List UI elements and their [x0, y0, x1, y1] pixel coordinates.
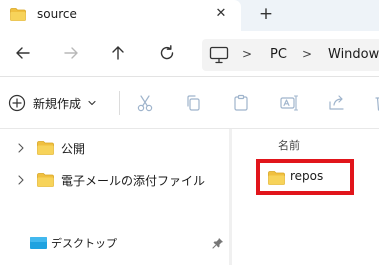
breadcrumb-separator[interactable]: >: [302, 47, 312, 61]
folder-icon: [37, 141, 54, 155]
folder-icon: [10, 8, 26, 21]
refresh-icon[interactable]: [157, 43, 177, 63]
breadcrumb-pc[interactable]: PC: [270, 47, 287, 62]
share-icon[interactable]: [327, 93, 347, 113]
tab-source[interactable]: source ✕: [0, 0, 241, 31]
chevron-right-icon[interactable]: [15, 142, 27, 154]
list-item-repos[interactable]: repos: [256, 159, 354, 195]
address-bar[interactable]: > PC > Windows: [202, 39, 379, 71]
navigation-pane: 公開 電子メールの添付ファイル デスクトップ: [0, 129, 229, 265]
sidebar-item-label: デスクトップ: [51, 237, 117, 250]
chevron-right-icon[interactable]: [15, 174, 27, 186]
monitor-icon: [209, 46, 229, 64]
sidebar-item-public[interactable]: 公開: [0, 134, 229, 162]
toolbar-separator: [119, 91, 120, 115]
arrow-right-icon[interactable]: [61, 43, 81, 63]
folder-icon: [37, 173, 54, 187]
folder-icon: [268, 171, 285, 185]
sidebar-item-desktop[interactable]: デスクトップ: [0, 229, 229, 257]
delete-icon[interactable]: [372, 93, 379, 113]
sidebar-item-label: 公開: [61, 142, 86, 156]
breadcrumb-separator[interactable]: >: [242, 47, 252, 61]
tab-bar: source ✕ +: [0, 0, 379, 31]
paste-icon[interactable]: [231, 93, 251, 113]
new-tab-button[interactable]: +: [257, 4, 275, 24]
pin-icon[interactable]: [212, 237, 224, 249]
file-name: repos: [290, 169, 324, 183]
desktop-icon: [30, 237, 47, 249]
new-button[interactable]: 新規作成: [8, 90, 97, 116]
file-list: 名前 repos: [232, 129, 379, 265]
new-button-label: 新規作成: [33, 96, 82, 111]
column-header-name[interactable]: 名前: [278, 137, 300, 153]
close-icon[interactable]: ✕: [213, 5, 229, 23]
sidebar-item-email-attachments[interactable]: 電子メールの添付ファイル: [0, 166, 229, 194]
navigation-bar: > PC > Windows: [0, 31, 379, 76]
tab-title: source: [37, 7, 77, 21]
command-bar: 新規作成: [0, 77, 379, 128]
sidebar-item-label: 電子メールの添付ファイル: [61, 174, 206, 188]
chevron-down-icon: [88, 100, 96, 106]
cut-icon[interactable]: [135, 93, 155, 113]
copy-icon[interactable]: [183, 93, 203, 113]
arrow-up-icon[interactable]: [108, 43, 128, 63]
breadcrumb-windows[interactable]: Windows: [328, 47, 379, 62]
plus-circle-icon: [8, 94, 26, 112]
rename-icon[interactable]: [279, 93, 299, 113]
arrow-left-icon[interactable]: [13, 43, 33, 63]
